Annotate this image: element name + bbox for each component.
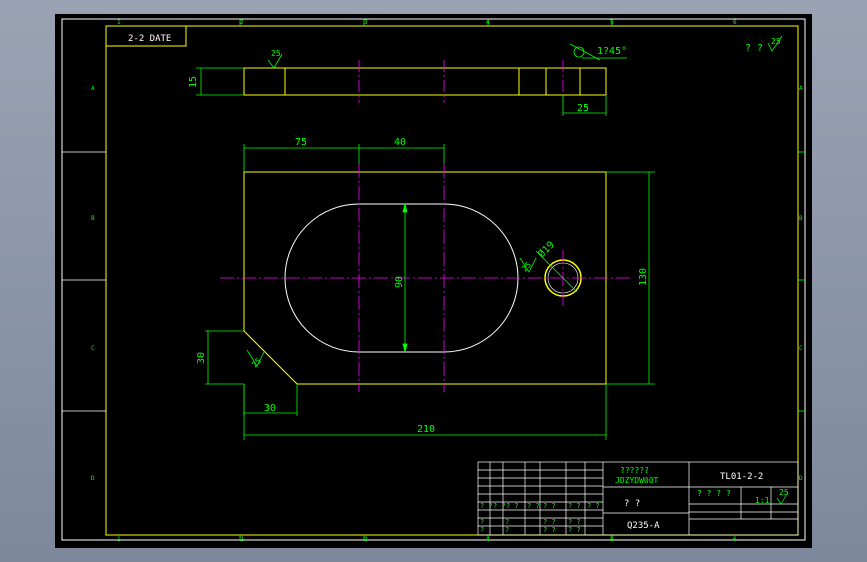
tb-company-sub: JDZYDW00T [615, 476, 659, 485]
roughness-hole: 25 [520, 260, 533, 273]
zone-left-a: A [91, 85, 95, 92]
svg-text:?: ? [505, 526, 509, 534]
svg-text:? ?: ? ? [568, 518, 581, 526]
svg-text:? ?: ? ? [493, 502, 506, 510]
dim-slot-height-value: 90 [394, 276, 405, 288]
svg-text:? ?: ? ? [480, 502, 493, 510]
zone-top-1: 1 [117, 19, 121, 26]
zone-bottom-3: 3 [364, 536, 368, 543]
zone-top-3: 3 [364, 19, 368, 26]
svg-text:? ?: ? ? [543, 502, 556, 510]
svg-text:? ?: ? ? [568, 502, 581, 510]
tb-material: Q235-A [627, 521, 660, 531]
side-view-body [243, 67, 607, 96]
engineering-drawing: 1 2 3 4 5 6 1 2 3 4 5 6 A B C D A B C D … [61, 18, 806, 543]
dim-slot-width-value: 25 [577, 103, 589, 114]
zone-right-a: A [799, 85, 803, 92]
zone-top-2: 2 [240, 19, 244, 26]
hole-diameter-value: Ø19 [536, 239, 557, 260]
zone-left-b: B [91, 215, 95, 222]
zone-bottom-2: 2 [240, 536, 244, 543]
svg-text:? ?: ? ? [587, 502, 600, 510]
zone-bottom-4: 4 [486, 536, 490, 543]
dim-hole-offset-value: 75 [295, 137, 307, 148]
chamfer-note: 1?45° [597, 46, 627, 57]
roughness-corner: 25 [771, 37, 781, 46]
svg-text:? ?: ? ? [527, 502, 540, 510]
tb-company: ?????? [620, 466, 649, 475]
zone-bottom-5: 5 [610, 536, 614, 543]
tb-drawing-number: TL01-2-2 [720, 472, 763, 482]
zone-top-5: 5 [610, 19, 614, 26]
svg-text:? ?: ? ? [568, 526, 581, 534]
roughness-title-block: 25 [779, 488, 789, 497]
zone-right-b: B [799, 215, 803, 222]
dim-thickness-value: 15 [188, 76, 199, 88]
view-label: 2-2 DATE [128, 34, 171, 44]
svg-text:? ?: ? ? [506, 502, 519, 510]
zone-left-c: C [91, 345, 95, 352]
dim-slot-span-value: 40 [394, 137, 406, 148]
zone-right-d: D [799, 475, 803, 482]
drawing-frame [105, 25, 799, 536]
tb-scale-value: 1:1 [755, 496, 770, 505]
zone-bottom-1: 1 [117, 536, 121, 543]
corner-note: ? ? [745, 43, 763, 54]
zone-top-4: 4 [486, 19, 490, 26]
zone-left-d: D [91, 475, 95, 482]
dim-plate-height-value: 130 [638, 268, 649, 286]
dim-corner-h-value: 30 [264, 403, 276, 414]
svg-text:?: ? [480, 526, 484, 534]
dim-corner-v-value: 30 [196, 352, 207, 364]
roughness-side-view: 25 [271, 49, 281, 58]
dim-plate-width-value: 210 [417, 424, 435, 435]
tb-scale-header: ? ? ? ? [697, 489, 731, 498]
svg-text:?: ? [505, 518, 509, 526]
zone-bottom-6: 6 [733, 536, 737, 543]
zone-right-c: C [799, 345, 803, 352]
svg-text:?: ? [480, 518, 484, 526]
cad-viewport[interactable]: 1 2 3 4 5 6 1 2 3 4 5 6 A B C D A B C D … [55, 14, 812, 548]
tb-part-name: ? ? [624, 499, 640, 509]
svg-text:? ?: ? ? [543, 518, 556, 526]
svg-text:? ?: ? ? [543, 526, 556, 534]
zone-top-6: 6 [733, 19, 737, 26]
